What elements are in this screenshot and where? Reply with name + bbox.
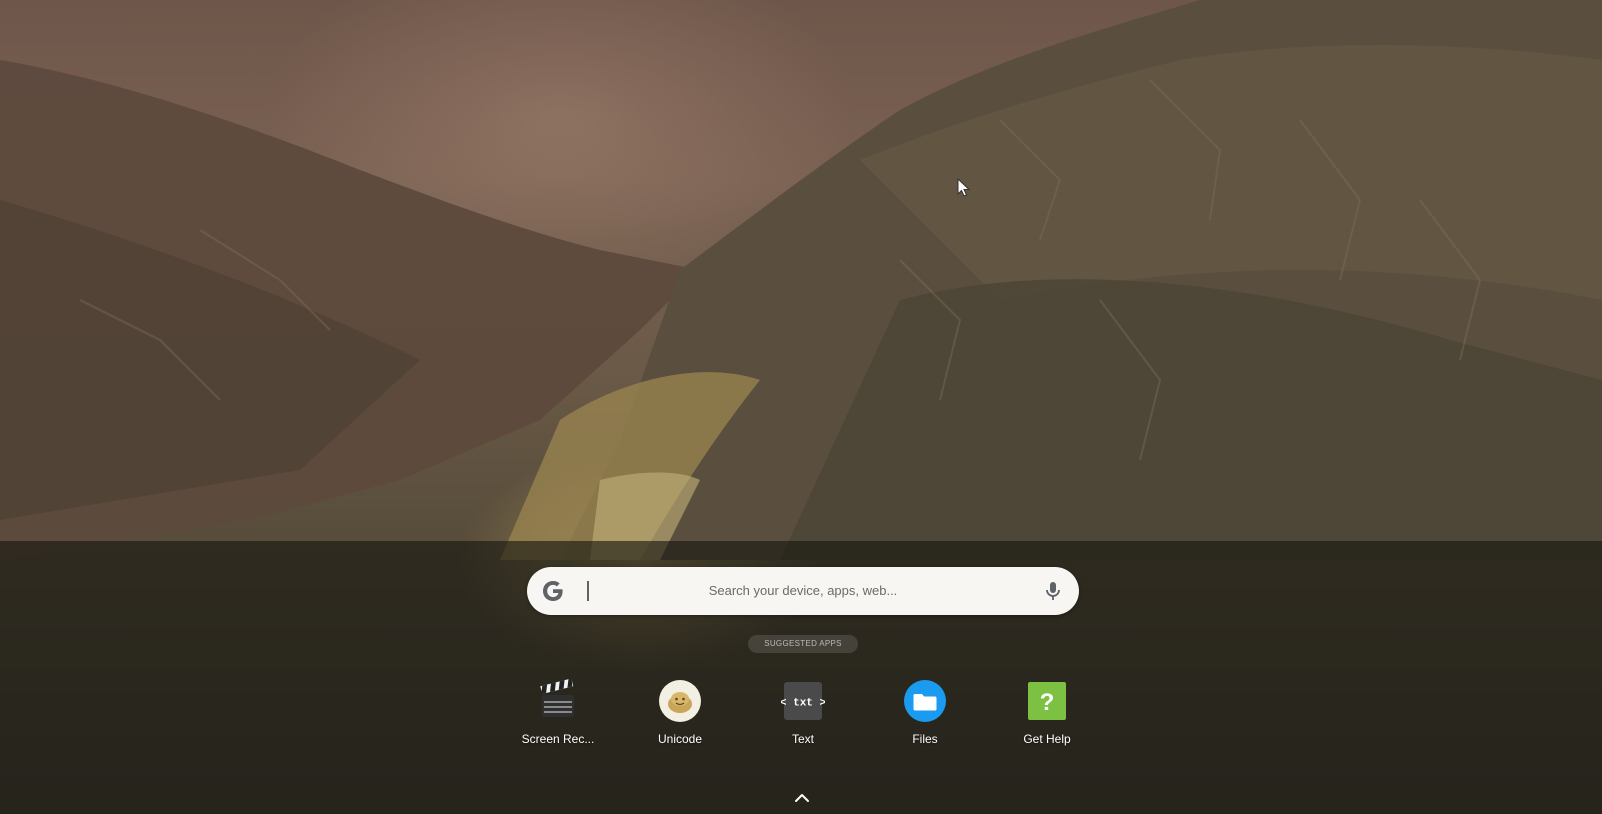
app-tile-screen-recorder[interactable]: Screen Rec... — [503, 676, 613, 756]
suggested-apps-label: SUGGESTED APPS — [748, 635, 858, 653]
app-label: Screen Rec... — [521, 732, 595, 746]
text-app-glyph: < txt > — [781, 698, 825, 710]
clapperboard-icon — [540, 679, 574, 717]
search-input[interactable]: Search your device, apps, web... — [597, 567, 1009, 615]
chevron-up-icon[interactable] — [794, 792, 810, 804]
unicode-face-icon — [659, 680, 701, 722]
folder-icon — [904, 680, 946, 722]
app-tile-files[interactable]: Files — [870, 676, 980, 756]
app-tile-text[interactable]: < txt > Text — [748, 676, 858, 756]
app-label: Files — [912, 732, 938, 746]
app-label: Text — [791, 732, 814, 746]
text-editor-icon: < txt > — [781, 682, 825, 720]
app-tile-unicode[interactable]: Unicode — [625, 676, 735, 756]
mouse-cursor-icon — [957, 178, 971, 197]
text-caret — [587, 581, 589, 601]
app-label: Get Help — [1023, 732, 1071, 746]
help-glyph: ? — [1040, 689, 1055, 716]
google-g-icon — [543, 581, 563, 601]
microphone-icon[interactable] — [1041, 579, 1065, 603]
launcher-search-box[interactable]: Search your device, apps, web... — [527, 567, 1079, 615]
help-icon: ? — [1028, 682, 1066, 720]
app-label: Unicode — [657, 732, 703, 746]
app-tile-get-help[interactable]: ? Get Help — [992, 676, 1102, 756]
